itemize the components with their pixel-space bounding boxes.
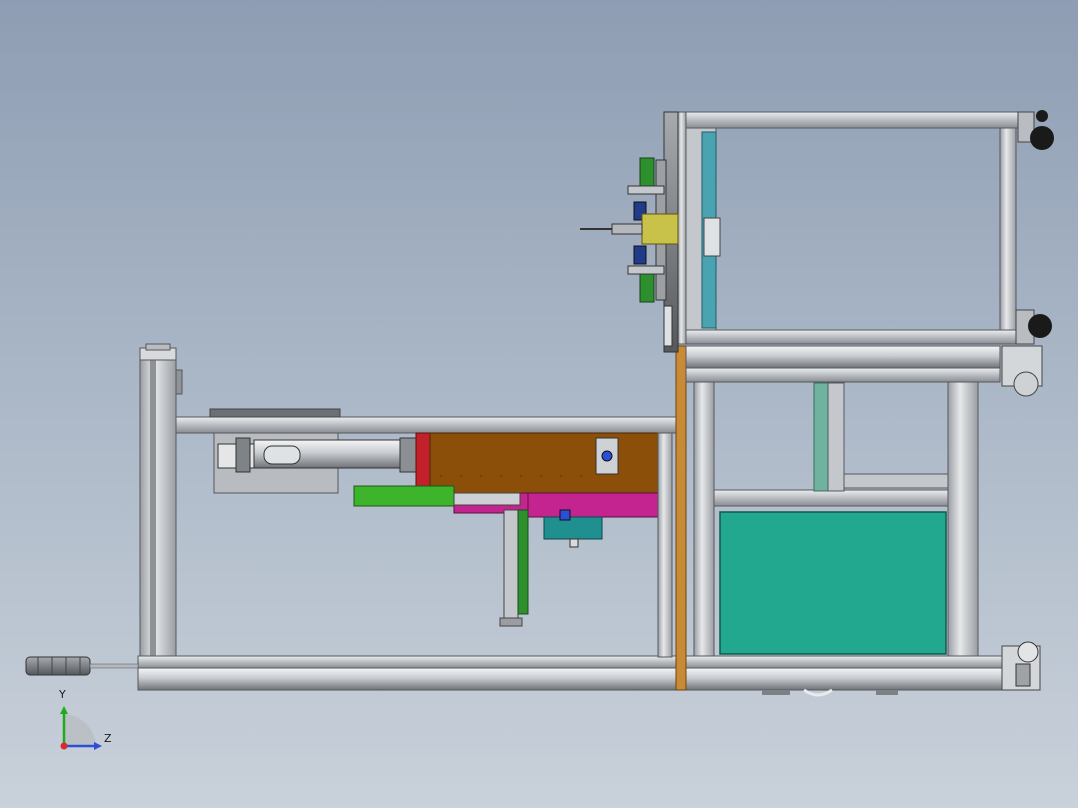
z-axis-label: Z bbox=[104, 732, 112, 745]
left-upright-column bbox=[139, 343, 183, 661]
upper-horizontal-beam bbox=[175, 408, 677, 434]
middle-horizontal-tube bbox=[685, 345, 1001, 383]
linear-slide-module bbox=[415, 432, 661, 494]
y-axis-label: Y bbox=[59, 688, 66, 701]
bottom-base-tube bbox=[137, 655, 1009, 697]
servo-actuator bbox=[213, 432, 417, 494]
handle-rod bbox=[25, 656, 139, 676]
orange-post bbox=[675, 345, 687, 691]
caster-wheel-bottom bbox=[1001, 641, 1041, 691]
caster-wheel-top bbox=[1017, 110, 1054, 150]
green-bracket bbox=[353, 485, 455, 507]
gripper-assembly bbox=[580, 111, 679, 353]
machine-assembly-view[interactable] bbox=[0, 0, 1078, 808]
right-upper-frame bbox=[677, 111, 1019, 345]
teal-enclosure-panel bbox=[719, 511, 947, 655]
cad-viewport[interactable]: Y Z bbox=[0, 0, 1078, 808]
x-axis-dot bbox=[60, 742, 68, 750]
magenta-mount-plate bbox=[453, 492, 661, 518]
axis-triad bbox=[60, 706, 102, 750]
vertical-guide-rail bbox=[499, 509, 529, 627]
